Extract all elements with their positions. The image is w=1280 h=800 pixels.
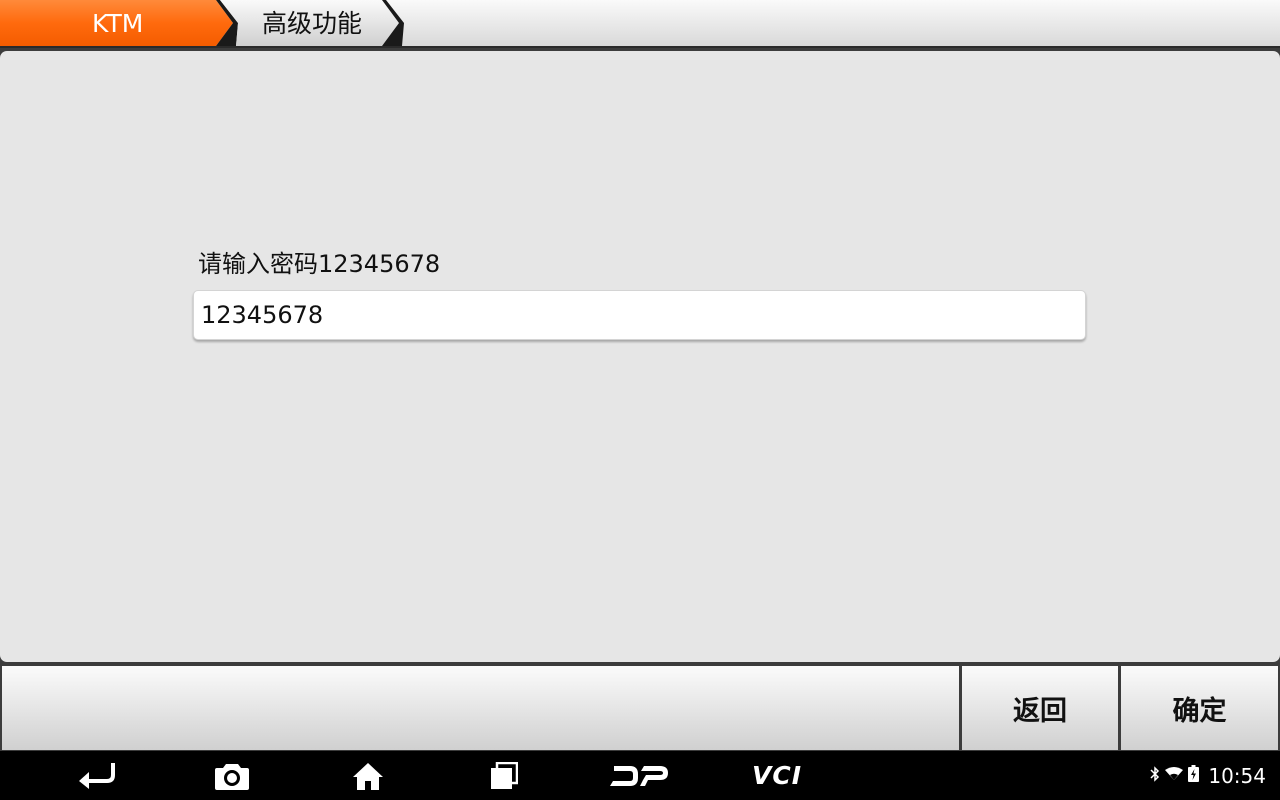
back-arrow-icon[interactable]	[72, 751, 124, 800]
status-area: 10:54	[1150, 751, 1266, 800]
breadcrumb-item-ktm[interactable]: KTM	[92, 8, 143, 40]
dp-logo-icon[interactable]	[606, 751, 672, 800]
home-icon[interactable]	[344, 751, 392, 800]
vci-icon[interactable]: VCI	[742, 751, 812, 800]
action-bar: 返回 确定	[0, 665, 1280, 751]
breadcrumb: KTM 高级功能	[0, 0, 1280, 48]
main-panel: 请输入密码12345678	[0, 51, 1280, 662]
clock: 10:54	[1208, 763, 1266, 788]
battery-icon	[1188, 765, 1200, 786]
confirm-button[interactable]: 确定	[1121, 666, 1278, 750]
wifi-icon	[1165, 766, 1184, 785]
password-prompt: 请输入密码12345678	[198, 250, 441, 278]
bluetooth-icon	[1150, 765, 1160, 786]
system-nav-bar: VCI 10:54	[0, 751, 1280, 800]
password-input[interactable]	[193, 290, 1086, 340]
app-window: KTM 高级功能 请输入密码12345678 返回 确定	[0, 0, 1280, 800]
action-bar-empty	[2, 666, 959, 750]
back-button[interactable]: 返回	[962, 666, 1118, 750]
camera-icon[interactable]	[208, 751, 256, 800]
vci-label: VCI	[752, 761, 802, 790]
recent-apps-icon[interactable]	[484, 751, 524, 800]
breadcrumb-item-advanced[interactable]: 高级功能	[262, 8, 362, 40]
